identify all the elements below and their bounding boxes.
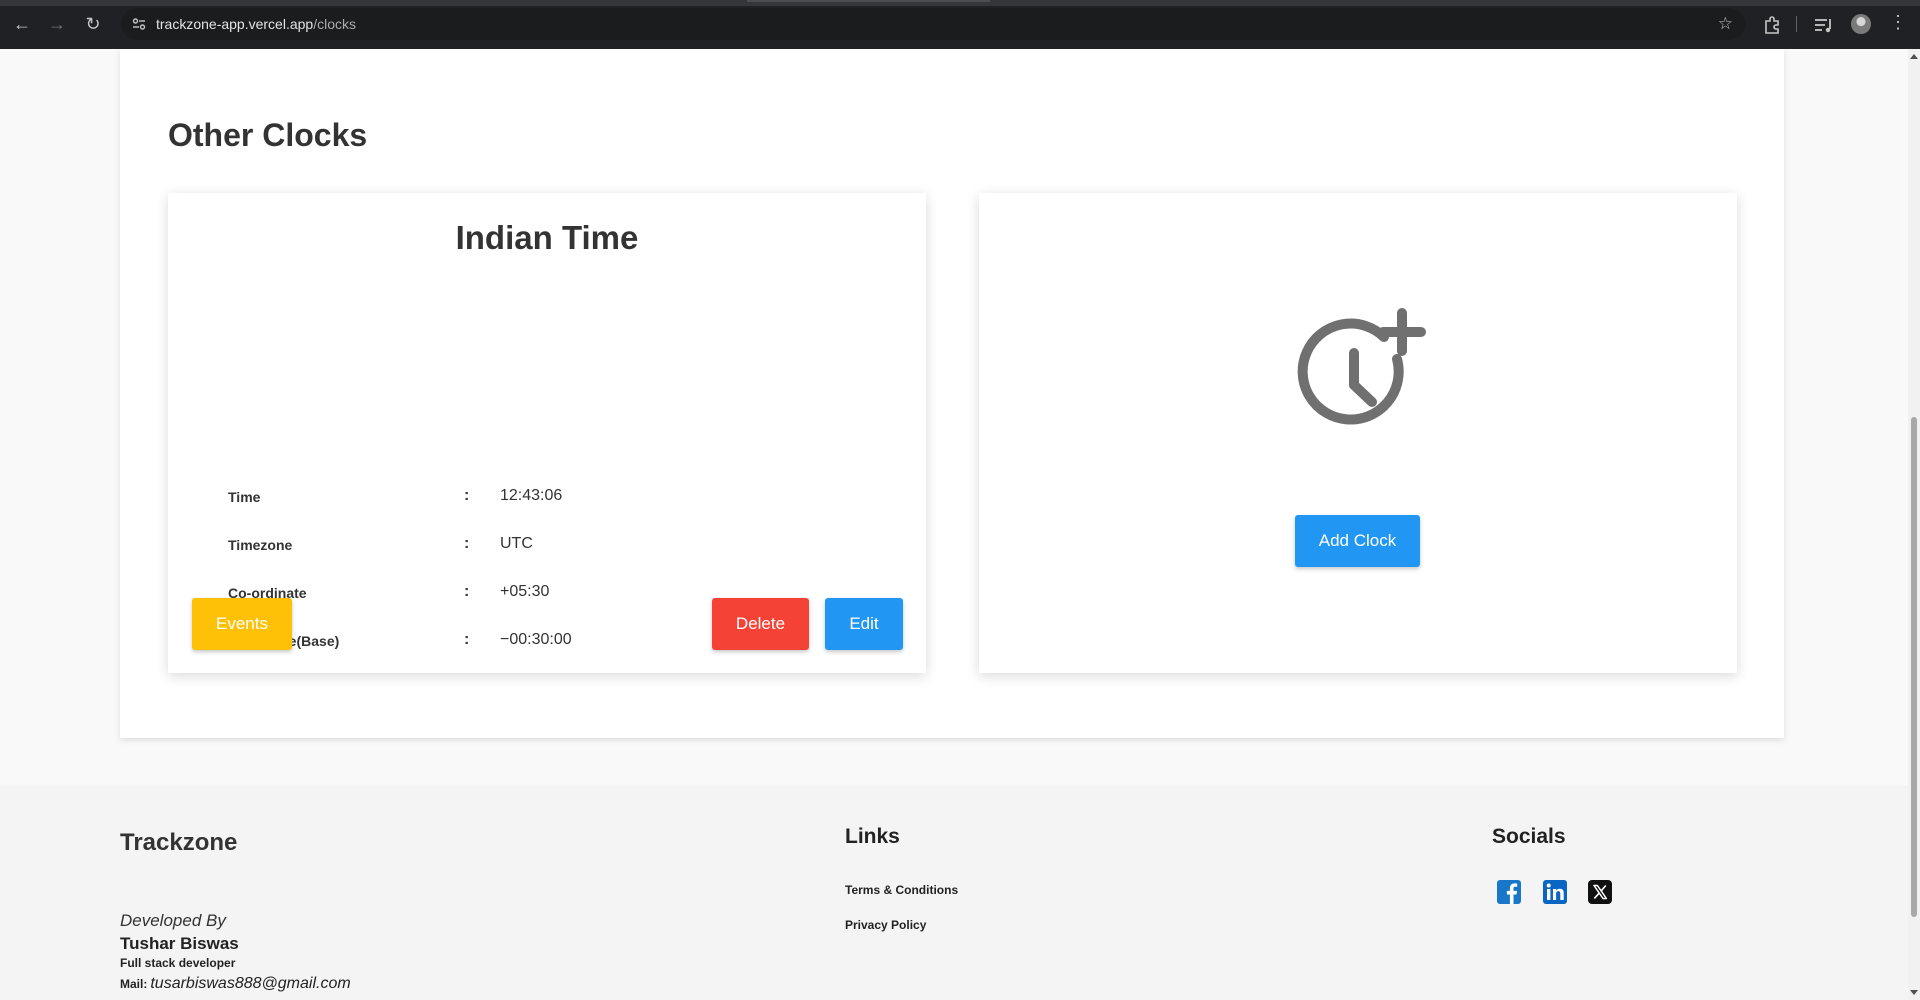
- row-value: −00:30:00: [500, 631, 572, 648]
- row-label: Timezone: [228, 537, 293, 553]
- privacy-link[interactable]: Privacy Policy: [845, 918, 926, 932]
- links-title: Links: [845, 825, 900, 848]
- mail-label: Mail:: [120, 977, 148, 991]
- row-separator: :: [464, 535, 470, 552]
- active-tab-edge[interactable]: [747, 0, 990, 2]
- row-value: 12:43:06: [500, 487, 563, 504]
- clock-title: Indian Time: [455, 219, 639, 256]
- reload-icon[interactable]: ↻: [81, 12, 105, 36]
- terms-link[interactable]: Terms & Conditions: [845, 883, 958, 897]
- footer-brand: Trackzone: [120, 829, 238, 856]
- extensions-icon[interactable]: [1760, 13, 1784, 37]
- linkedin-icon[interactable]: [1542, 879, 1568, 905]
- page-viewport: Other Clocks Indian Time Time : 12:43:06…: [0, 49, 1908, 1000]
- events-button[interactable]: Events: [192, 598, 292, 650]
- delete-button[interactable]: Delete: [712, 598, 809, 650]
- developer-name: Tushar Biswas: [120, 934, 239, 953]
- clock-plus-icon[interactable]: [1293, 305, 1429, 441]
- row-separator: :: [464, 583, 470, 600]
- url-host: trackzone-app.vercel.app: [156, 16, 314, 32]
- browser-toolbar: ← → ↻ trackzone-app.vercel.app/clocks ☆ …: [0, 0, 1920, 49]
- site-info-icon[interactable]: [131, 16, 147, 32]
- page-scrollbar[interactable]: [1908, 49, 1920, 1000]
- x-icon[interactable]: [1587, 879, 1613, 905]
- add-clock-card: Add Clock: [979, 193, 1737, 673]
- media-queue-icon[interactable]: [1812, 13, 1836, 37]
- address-bar[interactable]: trackzone-app.vercel.app/clocks ☆: [121, 8, 1745, 40]
- row-value: +05:30: [500, 583, 550, 600]
- scroll-up-icon[interactable]: [1910, 54, 1918, 59]
- clock-card: Indian Time Time : 12:43:06 Timezone : U…: [168, 193, 926, 673]
- add-clock-button[interactable]: Add Clock: [1295, 515, 1420, 567]
- clocks-section: Other Clocks Indian Time Time : 12:43:06…: [120, 49, 1784, 738]
- facebook-icon[interactable]: [1496, 879, 1522, 905]
- row-separator: :: [464, 487, 470, 504]
- edit-button[interactable]: Edit: [825, 598, 903, 650]
- clock-row-timezone: Timezone : UTC: [228, 534, 868, 558]
- socials-title: Socials: [1492, 825, 1566, 848]
- url-text[interactable]: trackzone-app.vercel.app/clocks: [156, 16, 356, 32]
- clock-row-time: Time : 12:43:06: [228, 486, 868, 510]
- row-value: UTC: [500, 535, 533, 552]
- scrollbar-thumb[interactable]: [1911, 417, 1917, 917]
- footer: Trackzone Developed By Tushar Biswas Ful…: [0, 785, 1908, 1000]
- profile-avatar[interactable]: [1851, 14, 1871, 34]
- menu-kebab-icon[interactable]: ⋮: [1889, 12, 1907, 33]
- toolbar-separator: [1796, 16, 1797, 32]
- bookmark-star-icon[interactable]: ☆: [1718, 14, 1733, 34]
- forward-icon[interactable]: →: [45, 12, 69, 36]
- row-separator: :: [464, 631, 470, 648]
- mail-address[interactable]: tusarbiswas888@gmail.com: [150, 975, 350, 992]
- section-title: Other Clocks: [168, 117, 368, 153]
- tab-strip: [0, 0, 1920, 6]
- developer-mail: Mail: tusarbiswas888@gmail.com: [120, 975, 351, 993]
- url-path: /clocks: [313, 16, 356, 32]
- scroll-down-icon[interactable]: [1910, 990, 1918, 995]
- back-icon[interactable]: ←: [10, 12, 34, 36]
- developer-role: Full stack developer: [120, 956, 236, 970]
- row-label: Time: [228, 489, 261, 505]
- developed-by: Developed By: [120, 911, 226, 930]
